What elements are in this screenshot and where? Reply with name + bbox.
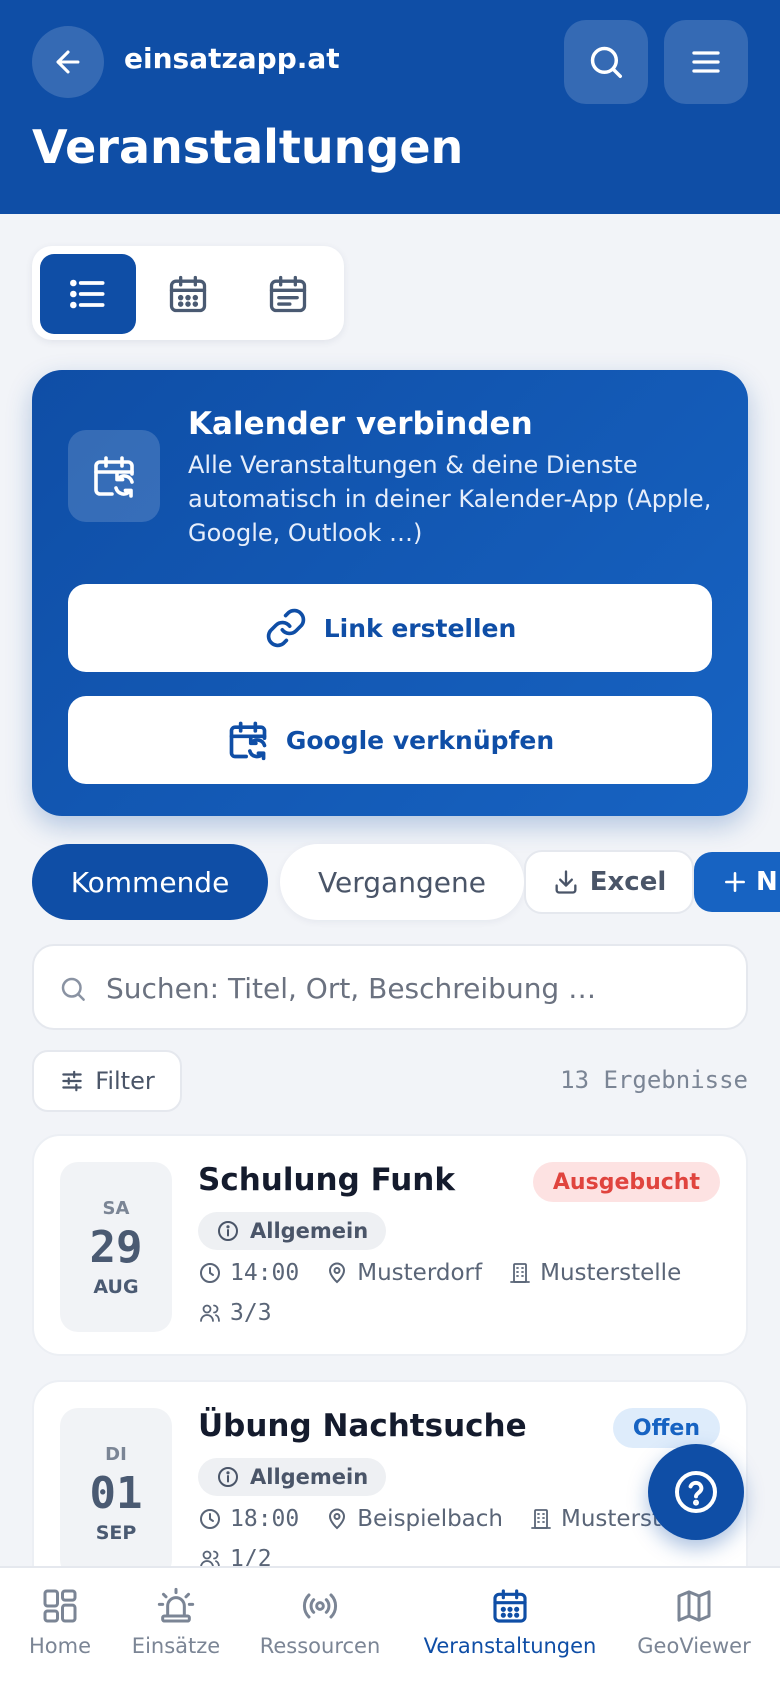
clock-icon	[200, 1263, 220, 1283]
calendar-connect-description: Alle Veranstaltungen & deine Dienste aut…	[188, 451, 712, 547]
calendar-connect-title: Kalender verbinden	[188, 406, 533, 442]
participants-count: 3/3	[230, 1300, 272, 1326]
nav-ressourcen-label: Ressourcen	[259, 1634, 381, 1658]
link-icon	[266, 608, 305, 648]
back-button[interactable]	[32, 26, 104, 98]
excel-export-button[interactable]: Excel	[524, 850, 694, 914]
event-date: SA 29 AUG	[60, 1162, 172, 1332]
hamburger-menu-icon	[692, 51, 720, 73]
search-icon	[61, 977, 85, 1001]
create-link-button[interactable]: Link erstellen	[68, 584, 712, 672]
event-participants: 3/3	[198, 1300, 272, 1326]
event-title: Übung Nachtsuche	[198, 1408, 527, 1444]
status-badge: Offen	[612, 1408, 720, 1448]
event-date: DI 01 SEP	[60, 1408, 172, 1578]
category-chip: Allgemein	[198, 1212, 387, 1250]
event-month: SEP	[95, 1522, 137, 1544]
help-button[interactable]	[648, 1444, 744, 1540]
agenda-view-button[interactable]	[240, 254, 336, 334]
list-icon	[70, 279, 105, 309]
search-icon	[590, 46, 622, 78]
category-chip: Allgemein	[198, 1458, 387, 1496]
nav-home-label: Home	[28, 1634, 91, 1658]
calendar-lines-icon	[269, 275, 307, 313]
event-title: Schulung Funk	[198, 1162, 455, 1198]
menu-button[interactable]	[664, 20, 748, 104]
nav-veranstaltungen[interactable]: Veranstaltungen	[414, 1568, 606, 1688]
clock-icon	[200, 1509, 220, 1529]
event-time: 18:00	[230, 1506, 300, 1532]
event-card[interactable]: SA 29 AUG Schulung Funk Ausgebucht Allge…	[32, 1134, 748, 1356]
bottom-navigation: Home Einsätze Ressourcen Veranstaltungen…	[0, 1566, 780, 1688]
google-connect-button[interactable]: Google verknüpfen	[68, 696, 712, 784]
event-place: Beispielbach	[357, 1506, 503, 1532]
event-month: AUG	[93, 1276, 139, 1298]
plus-icon	[725, 872, 745, 892]
building-icon	[531, 1509, 551, 1529]
filter-label: Filter	[95, 1067, 155, 1095]
calendar-sync-icon-box	[68, 430, 160, 522]
new-event-button[interactable]: N	[694, 852, 780, 912]
nav-geoviewer-label: GeoViewer	[637, 1634, 751, 1658]
event-meta: 18:00 Beispielbach Musterstelle	[198, 1506, 720, 1532]
arrow-left-icon	[56, 50, 80, 74]
app-header: einsatzapp.at Veranstaltungen	[0, 0, 780, 214]
building-icon	[510, 1263, 531, 1283]
event-place: Musterdorf	[357, 1260, 483, 1286]
search-input[interactable]	[106, 966, 726, 1010]
category-label: Allgemein	[250, 1219, 369, 1243]
broadcast-icon	[302, 1593, 338, 1619]
tab-past[interactable]: Vergangene	[280, 844, 524, 920]
dashboard-icon	[43, 1589, 77, 1623]
excel-label: Excel	[589, 867, 667, 897]
info-icon	[218, 1467, 238, 1487]
info-icon	[218, 1221, 238, 1241]
nav-geoviewer[interactable]: GeoViewer	[632, 1568, 756, 1688]
map-icon	[677, 1590, 711, 1622]
create-link-label: Link erstellen	[323, 613, 517, 643]
nav-veranstaltungen-label: Veranstaltungen	[423, 1634, 597, 1658]
event-meta: 14:00 Musterdorf Musterstelle	[198, 1260, 699, 1286]
new-event-label: N	[756, 867, 778, 897]
view-switcher	[32, 246, 344, 340]
month-view-button[interactable]	[140, 254, 236, 334]
status-badge: Ausgebucht	[532, 1162, 720, 1202]
event-weekday: SA	[102, 1198, 130, 1219]
google-connect-label: Google verknüpfen	[285, 725, 555, 755]
calendar-connect-card: Kalender verbinden Alle Veranstaltungen …	[32, 370, 748, 816]
calendar-sync-icon	[229, 721, 267, 761]
site-name: einsatzapp.at	[124, 42, 340, 75]
page-title: Veranstaltungen	[32, 120, 464, 174]
nav-home[interactable]: Home	[20, 1568, 100, 1688]
event-unit: Musterstelle	[540, 1260, 682, 1286]
nav-ressourcen[interactable]: Ressourcen	[250, 1568, 390, 1688]
users-icon	[200, 1304, 220, 1322]
list-view-button[interactable]	[40, 254, 136, 334]
download-icon	[555, 870, 577, 894]
siren-icon	[157, 1587, 195, 1623]
search-button[interactable]	[564, 20, 648, 104]
calendar-grid-icon	[169, 275, 207, 313]
tab-upcoming[interactable]: Kommende	[32, 844, 268, 920]
help-circle-icon	[675, 1471, 717, 1513]
nav-einsaetze[interactable]: Einsätze	[124, 1568, 228, 1688]
event-day: 01	[89, 1468, 143, 1519]
nav-einsaetze-label: Einsätze	[131, 1634, 221, 1658]
event-day: 29	[89, 1222, 143, 1273]
event-time: 14:00	[230, 1260, 300, 1286]
search-box	[32, 944, 748, 1030]
result-count: 13 Ergebnisse	[560, 1066, 748, 1094]
calendar-icon	[493, 1589, 527, 1623]
category-label: Allgemein	[250, 1465, 369, 1489]
calendar-sync-icon	[94, 456, 134, 498]
map-pin-icon	[329, 1508, 346, 1530]
filter-button[interactable]: Filter	[32, 1050, 182, 1112]
event-weekday: DI	[105, 1444, 127, 1465]
sliders-icon	[62, 1070, 83, 1092]
map-pin-icon	[329, 1262, 346, 1284]
